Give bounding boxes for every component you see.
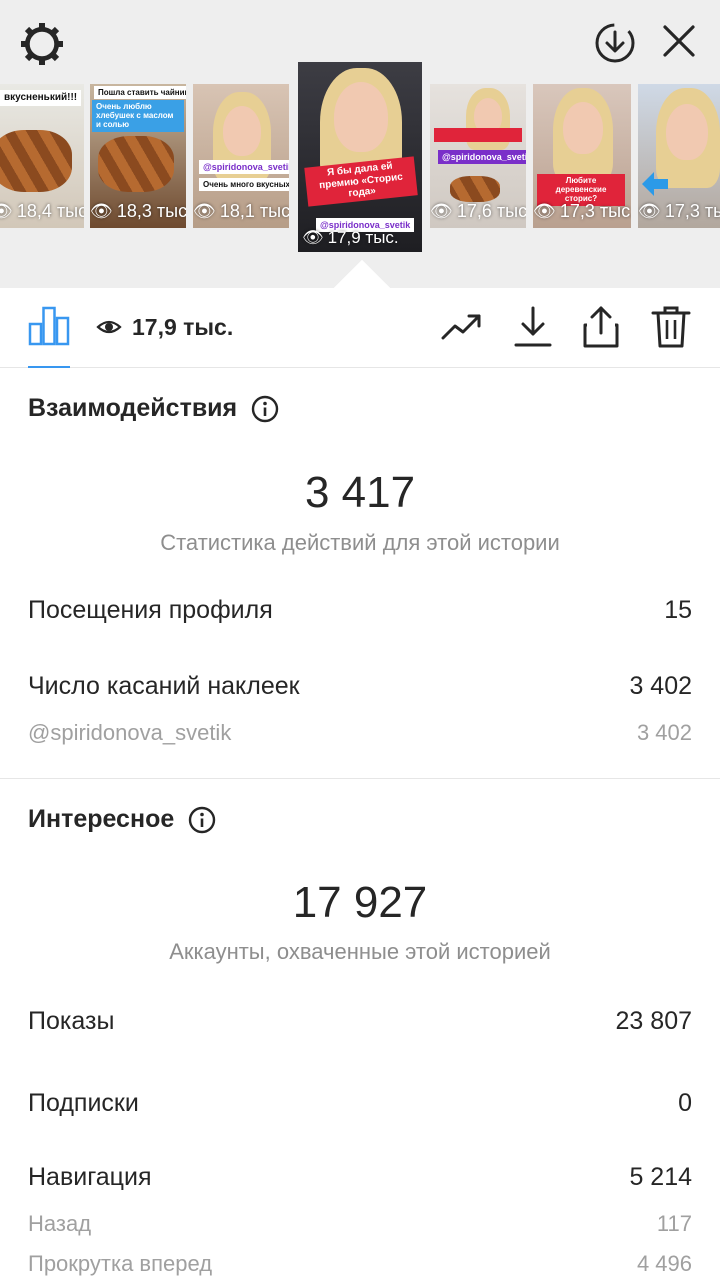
eye-icon: 👁 (90, 201, 113, 221)
interactions-total: 3 417 (304, 468, 416, 517)
story-sticker-decor (434, 128, 522, 142)
story-views: 👁 18,3 тыс. (90, 201, 186, 221)
stat-label: Показы (28, 1007, 115, 1035)
bar-chart-icon (28, 306, 70, 346)
arrow-sticker-icon (642, 172, 668, 196)
stat-sublabel: @spiridonova_svetik (28, 720, 232, 745)
person-face (334, 82, 388, 152)
stat-subrow-forward: Прокрутка вперед 4 496 (28, 1251, 692, 1277)
trend-icon (441, 314, 481, 340)
story-thumbnail[interactable]: Пошла ставить чайник!!! Очень люблю хлеб… (90, 84, 186, 228)
stat-row-impressions: Показы 23 807 (28, 1007, 692, 1036)
settings-button[interactable] (16, 18, 68, 70)
download-circle-icon (595, 23, 635, 63)
eye-icon: 👁 (193, 201, 216, 221)
stat-value: 23 807 (615, 1007, 692, 1035)
info-icon[interactable] (188, 806, 216, 834)
story-sticker: @spiridonova_svetik (438, 150, 526, 165)
story-views: 👁 17,9 тыс. (302, 228, 399, 247)
close-icon (663, 25, 695, 57)
stat-subrow-back: Назад 117 (28, 1211, 692, 1237)
story-sticker: вкусненький!!! (0, 90, 82, 106)
promote-button[interactable] (440, 304, 486, 350)
stat-value: 5 214 (629, 1163, 692, 1191)
download-button[interactable] (510, 304, 556, 350)
story-thumbnail[interactable]: @spiridonova_svetik 👁 17,6 тыс. (430, 84, 526, 228)
eye-icon: 👁 (533, 201, 556, 221)
stat-subvalue: 4 496 (636, 1251, 692, 1276)
story-tray: вкусненький!!! 👁18,4 тыс. Пошла ставить … (0, 0, 720, 288)
info-icon[interactable] (251, 395, 279, 423)
stat-subvalue: 3 402 (636, 720, 692, 745)
story-sticker-secondary: Очень много вкусных рецептов: (199, 178, 289, 192)
download-icon (514, 306, 552, 347)
story-sticker: Пошла ставить чайник!!! (94, 86, 186, 100)
insights-tab[interactable] (26, 302, 72, 348)
trash-icon (651, 306, 691, 348)
interactions-section-title: Взаимодействия (28, 394, 279, 423)
eye-icon: 👁 (638, 201, 661, 221)
stat-label: Подписки (28, 1089, 139, 1117)
person-face (666, 104, 708, 160)
food-image (450, 176, 500, 202)
stat-sublabel: Назад (28, 1211, 92, 1236)
stat-row-sticker-taps: Число касаний наклеек 3 402 (28, 672, 692, 701)
eye-icon (96, 320, 122, 334)
eye-icon: 👁 (430, 201, 453, 221)
stat-label: Посещения профиля (28, 596, 273, 624)
story-thumbnail[interactable]: вкусненький!!! 👁18,4 тыс. (0, 84, 84, 228)
stat-row-follows: Подписки 0 (28, 1089, 692, 1118)
bread-image (0, 130, 72, 192)
stat-row-navigation: Навигация 5 214 (28, 1163, 692, 1192)
story-views: 👁17,3 тыс. (533, 201, 631, 221)
story-thumbnail[interactable]: @spiridonova_svetik Очень много вкусных … (193, 84, 289, 228)
eye-icon: 👁 (302, 228, 324, 247)
stat-value: 15 (664, 596, 692, 624)
reach-count: 17,9 тыс. (132, 314, 234, 340)
story-sticker-secondary: Очень люблю хлебушек с маслом и солью (92, 100, 184, 132)
interactions-caption: Статистика действий для этой истории (160, 530, 560, 555)
share-button[interactable] (578, 304, 624, 350)
story-views: 👁 17,6 тыс. (430, 201, 526, 221)
person-face (563, 102, 603, 154)
stat-label: Навигация (28, 1163, 152, 1191)
stat-subrow-mention: @spiridonova_svetik 3 402 (28, 720, 692, 746)
stat-value: 0 (678, 1089, 692, 1117)
story-toolbar: 17,9 тыс. (0, 288, 720, 368)
section-divider (0, 778, 720, 779)
delete-button[interactable] (648, 304, 694, 350)
stat-subvalue: 117 (656, 1211, 692, 1236)
close-button[interactable] (656, 18, 702, 64)
story-thumbnail[interactable]: 👁17,3 тыс. (638, 84, 720, 228)
discovery-total: 17 927 (292, 878, 428, 927)
bread-image (98, 136, 174, 192)
stat-value: 3 402 (629, 672, 692, 700)
story-views: 👁17,3 тыс. (638, 201, 720, 221)
story-views: 👁 18,1 тыс. (193, 201, 289, 221)
save-story-button[interactable] (590, 18, 640, 68)
interactions-title: Взаимодействия (28, 394, 238, 422)
eye-icon: 👁 (0, 201, 13, 221)
discovery-title: Интересное (28, 805, 175, 833)
story-sticker: @spiridonova_svetik (199, 160, 289, 175)
discovery-caption: Аккаунты, охваченные этой историей (169, 939, 551, 964)
gear-icon (21, 23, 63, 65)
active-tab-indicator (28, 366, 70, 368)
stat-sublabel: Прокрутка вперед (28, 1251, 213, 1276)
story-views: 👁18,4 тыс. (0, 201, 84, 222)
story-thumbnail[interactable]: Любите деревенские сторис? 👁 17,3 тыс. (533, 84, 631, 228)
story-thumbnail-selected[interactable]: Я бы дала ей премию «Сторис года» @spiri… (298, 62, 422, 252)
stat-label: Число касаний наклеек (28, 672, 300, 700)
discovery-section-title: Интересное (28, 805, 216, 834)
person-face (223, 106, 261, 156)
stat-row-profile-visits: Посещения профиля 15 (28, 596, 692, 625)
share-icon (583, 306, 619, 348)
